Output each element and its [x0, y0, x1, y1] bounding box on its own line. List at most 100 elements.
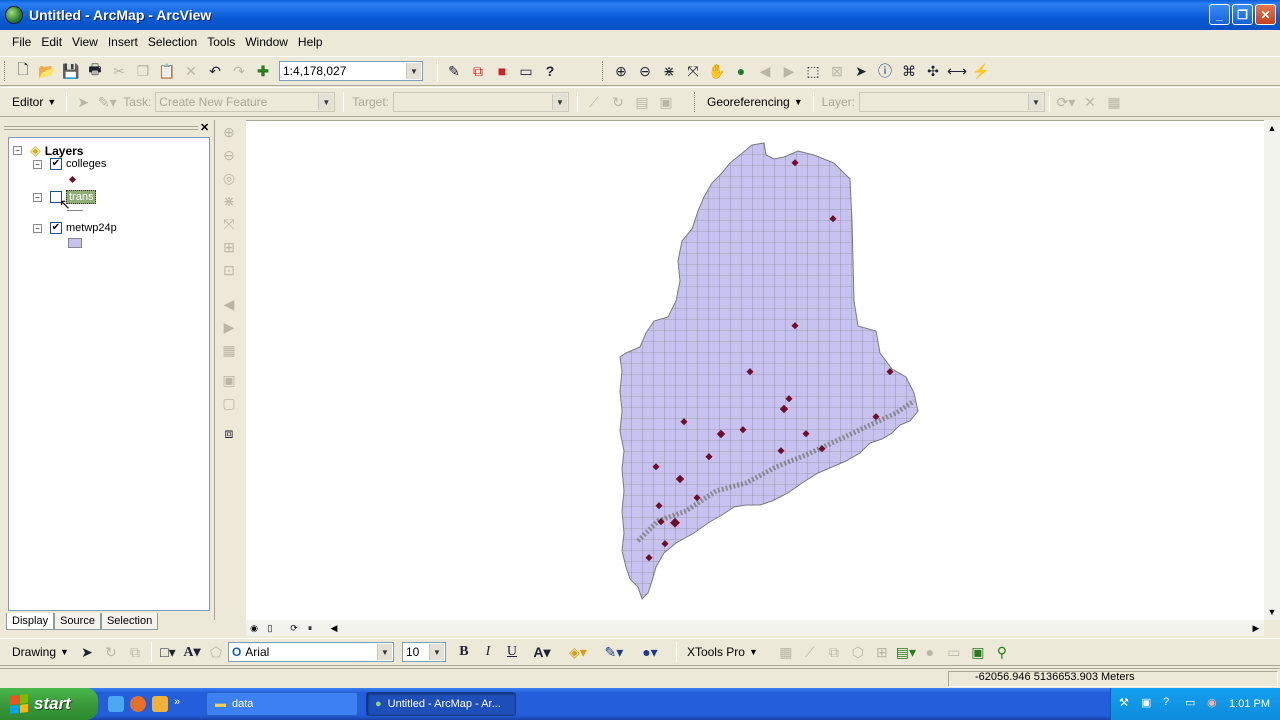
alert-icon[interactable]: ◉	[1207, 696, 1223, 712]
full-extent-globe-icon[interactable]: ●	[729, 59, 753, 83]
menu-insert[interactable]: Insert	[103, 35, 143, 49]
map-display[interactable]	[246, 120, 1264, 620]
target-combo[interactable]: ▼	[392, 92, 569, 112]
rotate-icon[interactable]: ↻	[99, 640, 123, 664]
command-line-icon[interactable]: ▭	[514, 59, 538, 83]
zoom-actual-icon[interactable]: ⊡	[216, 259, 242, 281]
change-layout-icon[interactable]: ⧈	[216, 422, 242, 444]
polygon-symbol-icon[interactable]	[68, 238, 82, 248]
menu-tools[interactable]: Tools	[202, 35, 240, 49]
more-chevron-icon[interactable]: »	[174, 696, 184, 712]
chevron-down-icon[interactable]: ▼	[406, 63, 421, 79]
find-binoculars-icon[interactable]: ⌘	[897, 59, 921, 83]
xtools-table-icon[interactable]: ▦	[774, 640, 798, 664]
fixed-zoom-in-icon[interactable]: ⋇	[657, 59, 681, 83]
line-color-icon[interactable]: ✎▾	[596, 640, 632, 664]
ie-icon[interactable]	[108, 696, 124, 712]
georeferencing-menu-button[interactable]: Georeferencing ▼	[701, 95, 809, 109]
select-elements-icon[interactable]: ➤	[75, 640, 99, 664]
toolbar-grip[interactable]	[602, 61, 605, 81]
data-view-icon[interactable]: ◉	[246, 620, 262, 636]
refresh-view-icon[interactable]: ⟳	[286, 620, 302, 636]
whats-this-icon[interactable]: ?	[538, 59, 562, 83]
identify-icon[interactable]: ⓘ	[873, 59, 897, 83]
print-icon[interactable]: 🖶	[83, 59, 107, 83]
focus-data-frame-icon[interactable]: ▢	[216, 392, 242, 414]
fill-color-icon[interactable]: ◈▾	[560, 640, 596, 664]
marker-color-icon[interactable]: ●▾	[632, 640, 668, 664]
tab-source[interactable]: Source	[54, 613, 101, 630]
chevron-down-icon[interactable]: ▼	[428, 644, 444, 660]
clear-selection-icon[interactable]: ⊠	[825, 59, 849, 83]
menu-file[interactable]: File	[7, 35, 36, 49]
italic-button[interactable]: I	[476, 640, 500, 664]
map-vertical-scrollbar[interactable]: ▲ ▼	[1264, 120, 1280, 620]
save-icon[interactable]: 💾	[59, 59, 83, 83]
xtools-comment-icon[interactable]: ▭	[942, 640, 966, 664]
chevron-down-icon[interactable]: ▼	[318, 94, 334, 110]
toggle-draft-icon[interactable]: ▣	[216, 369, 242, 391]
collapse-icon[interactable]: −	[33, 192, 42, 202]
editor-menu-button[interactable]: Editor ▼	[6, 95, 62, 109]
xtools-shape-icon[interactable]: ⬡	[846, 640, 870, 664]
font-color-icon[interactable]: A▾	[524, 640, 560, 664]
scroll-left-arrow-icon[interactable]: ◀	[326, 620, 342, 636]
underline-button[interactable]: U	[500, 640, 524, 664]
minimize-button[interactable]: _	[1209, 4, 1230, 25]
rotate-raster-icon[interactable]: ⟳▾	[1054, 90, 1078, 114]
collapse-icon[interactable]: −	[33, 223, 42, 233]
map-scale-combo[interactable]: 1:4,178,027 ▼	[279, 61, 423, 81]
add-control-points-icon[interactable]: ✕	[1078, 90, 1102, 114]
copy-icon[interactable]: ❐	[131, 59, 155, 83]
sketch-properties-icon[interactable]: ▣	[654, 90, 678, 114]
go-to-xy-icon[interactable]: ✣	[921, 59, 945, 83]
chevron-down-icon[interactable]: ▼	[376, 644, 392, 660]
redo-icon[interactable]: ↷	[227, 59, 251, 83]
paste-icon[interactable]: 📋	[155, 59, 179, 83]
scroll-right-arrow-icon[interactable]: ▶	[1248, 620, 1264, 636]
pause-drawing-icon[interactable]: ⏸	[302, 620, 318, 636]
zoom-whole-page-icon[interactable]: ▦	[216, 339, 242, 361]
delete-icon[interactable]: ✕	[179, 59, 203, 83]
open-folder-icon[interactable]: 📂	[35, 59, 59, 83]
layout-view-icon[interactable]: ▯	[262, 620, 278, 636]
xtools-tools-icon[interactable]: ▤▾	[894, 640, 918, 664]
font-size-combo[interactable]: 10 ▼	[401, 642, 446, 662]
xtools-spreadsheet-icon[interactable]: ▣	[966, 640, 990, 664]
chevron-down-icon[interactable]: ▼	[551, 94, 567, 110]
chevron-down-icon[interactable]: ▼	[1027, 94, 1043, 110]
layer-name[interactable]: colleges	[66, 158, 106, 170]
layer-name[interactable]: metwp24p	[66, 222, 117, 234]
menu-edit[interactable]: Edit	[36, 35, 67, 49]
map-canvas[interactable]	[246, 121, 1264, 621]
attributes-icon[interactable]: ▤	[630, 90, 654, 114]
tab-selection[interactable]: Selection	[100, 613, 159, 630]
edit-tool-icon[interactable]: ➤	[71, 90, 95, 114]
task-combo[interactable]: Create New Feature ▼	[155, 92, 336, 112]
forward-extent-icon[interactable]: ▶	[777, 59, 801, 83]
start-button[interactable]: start	[0, 688, 98, 720]
network-icon[interactable]: ⚒	[1119, 696, 1135, 712]
close-icon[interactable]: ✕	[200, 121, 209, 134]
zoom-in-icon[interactable]: ⊕	[609, 59, 633, 83]
collapse-icon[interactable]: −	[33, 159, 42, 169]
layer-visibility-checkbox[interactable]: ✔	[50, 158, 62, 170]
undo-icon[interactable]: ↶	[203, 59, 227, 83]
previous-extent-icon[interactable]: ◀	[216, 293, 242, 315]
fixed-zoom-out-icon[interactable]: ⤧	[681, 59, 705, 83]
measure-icon[interactable]: ⟷	[945, 59, 969, 83]
toolbox-icon[interactable]: ■	[490, 59, 514, 83]
tab-display[interactable]: Display	[6, 613, 55, 630]
cut-icon[interactable]: ✂	[107, 59, 131, 83]
arcmap-app-icon[interactable]	[5, 6, 23, 24]
fixed-zoom-out-icon[interactable]: ⤧	[216, 213, 242, 235]
edit-vertices-icon[interactable]: ⬠	[204, 640, 228, 664]
zoom-to-selected-icon[interactable]: ⧉	[123, 640, 147, 664]
taskbar-item-arcmap[interactable]: ● Untitled - ArcMap - Ar...	[366, 692, 516, 716]
zoom-to-layer-icon[interactable]: ◎	[216, 167, 242, 189]
menu-window[interactable]: Window	[240, 35, 293, 49]
next-extent-icon[interactable]: ▶	[216, 316, 242, 338]
maximize-button[interactable]: ❐	[1232, 4, 1253, 25]
new-document-icon[interactable]: 🗋	[11, 59, 35, 83]
xtools-transform-icon[interactable]: ⧉	[822, 640, 846, 664]
